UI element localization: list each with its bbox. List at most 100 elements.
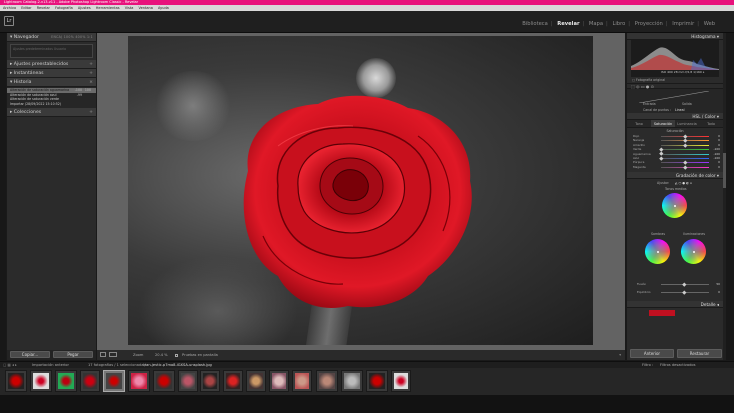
tab-all[interactable]: Todo <box>699 120 723 127</box>
history-header[interactable]: ▾ Historia × <box>7 78 96 87</box>
hsl-title: HSL / Color <box>692 114 716 119</box>
blend-slider[interactable]: Fusión 50 <box>627 282 723 286</box>
filmstrip-thumbnail[interactable] <box>269 370 289 392</box>
balance-slider[interactable]: Equilibrio 0 <box>627 290 723 294</box>
before-after-icon[interactable] <box>109 352 117 357</box>
history-item-label: Alteración de saturación verde <box>10 97 60 102</box>
filmstrip-thumbnail[interactable] <box>246 370 266 392</box>
navigator-preview[interactable]: Ajustes predeterminados Usuario <box>10 44 93 58</box>
snapshots-header[interactable]: ▸ Instantáneas + <box>7 69 96 78</box>
filmstrip-thumbnail[interactable] <box>55 370 77 392</box>
menu-item-vista[interactable]: Vista <box>125 6 134 10</box>
lightroom-logo: Lr <box>4 16 14 26</box>
filmstrip-thumbnail[interactable] <box>128 370 150 392</box>
histogram-info: ISO 400 28 mm f/2,8 1/160 s <box>661 70 705 74</box>
collections-header[interactable]: ▸ Colecciones + <box>7 108 96 118</box>
midtones-label: Tonos medios <box>665 187 687 192</box>
hsl-header[interactable]: HSL / Color ▾ <box>627 113 723 120</box>
module-imprimir[interactable]: Imprimir <box>672 21 694 27</box>
paste-button[interactable]: Pegar <box>53 351 93 358</box>
zoom-value[interactable]: 20.4 % <box>155 350 168 360</box>
snapshots-title: Instantáneas <box>13 71 44 76</box>
filmstrip-thumbnail[interactable] <box>316 370 338 392</box>
zoom-options[interactable]: ENCAJ 100% 400% 1:1 <box>51 33 93 42</box>
balance-label: Equilibrio <box>637 290 651 295</box>
shadows-wheel[interactable] <box>645 239 670 265</box>
rose-photo[interactable] <box>128 36 593 345</box>
filmstrip-thumbnail[interactable] <box>341 370 363 392</box>
adjust-mode-icons[interactable]: ◭ ○ ● ◐ ▫ <box>675 181 692 185</box>
left-panel-toggle[interactable] <box>0 33 6 360</box>
filmstrip-header: ▢ ▦ ◂ ▸ Importación anterior 17 fotograf… <box>0 361 734 368</box>
histogram-header[interactable]: Histograma ▾ <box>627 33 723 40</box>
hsl-slider-7[interactable]: Magenta 0 <box>627 165 723 169</box>
loupe-view-icon[interactable] <box>100 352 106 357</box>
blend-label: Fusión <box>637 282 647 287</box>
copy-button[interactable]: Copiar... <box>10 351 50 358</box>
filmstrip-thumbnail[interactable] <box>366 370 388 392</box>
menu-item-fotografia[interactable]: Fotografía <box>55 6 73 10</box>
filmstrip-thumbnail[interactable] <box>30 370 52 392</box>
navigator-title: Navegador <box>13 35 39 40</box>
menu-item-revelar[interactable]: Revelar <box>37 6 50 10</box>
module-picker: Biblioteca | Revelar | Mapa | Libro | Proyec… <box>522 21 715 27</box>
detail-preview <box>649 310 675 317</box>
highlights-wheel[interactable] <box>681 239 706 265</box>
toolbar-menu-icon[interactable]: ▾ <box>619 350 621 360</box>
menu-item-archivo[interactable]: Archivo <box>3 6 16 10</box>
tab-saturation[interactable]: Saturación <box>651 120 675 127</box>
adjust-label: Ajustar: <box>657 181 670 186</box>
hsl-slider-value: 0 <box>718 164 720 169</box>
filmstrip-thumbnail[interactable] <box>200 370 220 392</box>
module-mapa[interactable]: Mapa <box>589 21 603 27</box>
module-libro[interactable]: Libro <box>612 21 625 27</box>
history-title: Historia <box>13 80 32 85</box>
navigator-preset-label: Ajustes predeterminados Usuario <box>13 47 67 51</box>
navigator-header[interactable]: ▾ Navegador ENCAJ 100% 400% 1:1 <box>7 33 96 42</box>
history-item[interactable]: Importar (28/09/2022 15:10:52) <box>7 102 96 107</box>
menu-item-editar[interactable]: Editar <box>21 6 31 10</box>
history-item-label: Importar (28/09/2022 15:10:52) <box>10 101 62 106</box>
color-grading-header[interactable]: Gradación de color ▾ <box>627 172 723 180</box>
tab-luminance[interactable]: Luminancia <box>675 120 699 127</box>
tab-hue[interactable]: Tono <box>627 120 651 127</box>
window-title: Lightroom Catalog-2-v13-v11 - Adobe Phot… <box>4 0 139 4</box>
menu-item-herramientas[interactable]: Herramientas <box>96 6 120 10</box>
module-web[interactable]: Web <box>704 21 715 27</box>
filmstrip-thumbnail[interactable] <box>5 370 27 392</box>
menu-item-ajustes[interactable]: Ajustes <box>78 6 91 10</box>
proof-checkbox[interactable] <box>175 353 178 357</box>
module-proyeccion[interactable]: Proyección <box>635 21 663 27</box>
left-panel: ▾ Navegador ENCAJ 100% 400% 1:1 Ajustes p… <box>7 33 96 350</box>
menu-item-ayuda[interactable]: Ayuda <box>158 6 169 10</box>
midtones-wheel[interactable] <box>662 193 687 219</box>
histogram[interactable]: ISO 400 28 mm f/2,8 1/160 s <box>631 40 719 77</box>
filmstrip-thumbnail[interactable] <box>153 370 175 392</box>
filmstrip-thumbnail[interactable] <box>223 370 243 392</box>
collections-title: Colecciones <box>13 110 42 116</box>
module-revelar[interactable]: Revelar <box>557 21 579 27</box>
filmstrip-thumbnail[interactable] <box>178 370 198 392</box>
curve-channel-label: Canal de puntos : <box>643 108 672 112</box>
photo-canvas[interactable] <box>97 33 625 350</box>
presets-header[interactable]: ▸ Ajustes preestablecidos + <box>7 60 96 69</box>
right-panel-toggle[interactable] <box>726 33 734 360</box>
original-photo-label: Fotografía original <box>636 78 666 82</box>
filmstrip-thumbnail[interactable] <box>80 370 100 392</box>
menu-item-ventana[interactable]: Ventana <box>139 6 153 10</box>
detail-header[interactable]: Detalle ◂ <box>627 301 723 309</box>
curve-channel-select[interactable]: Lineal <box>675 108 684 112</box>
filmstrip-thumbnail[interactable] <box>292 370 312 392</box>
right-panel: Histograma ▾ ISO 400 28 mm f/2,8 1/160 s… <box>627 33 723 360</box>
filmstrip-thumbnail[interactable] <box>391 370 411 392</box>
detail-title: Detalle <box>700 302 716 308</box>
module-biblioteca[interactable]: Biblioteca <box>522 21 548 27</box>
module-bar: Lr Biblioteca | Revelar | Mapa | Libro | Pro… <box>0 11 734 33</box>
filmstrip <box>0 368 734 395</box>
filmstrip-thumbnail[interactable] <box>103 370 125 392</box>
histogram-title: Histograma <box>691 34 716 39</box>
presets-title: Ajustes preestablecidos <box>13 62 69 67</box>
curve-input-label: Entrada <box>643 102 656 106</box>
previous-button[interactable]: Anterior <box>630 349 674 358</box>
reset-button[interactable]: Restaurar <box>677 349 722 358</box>
